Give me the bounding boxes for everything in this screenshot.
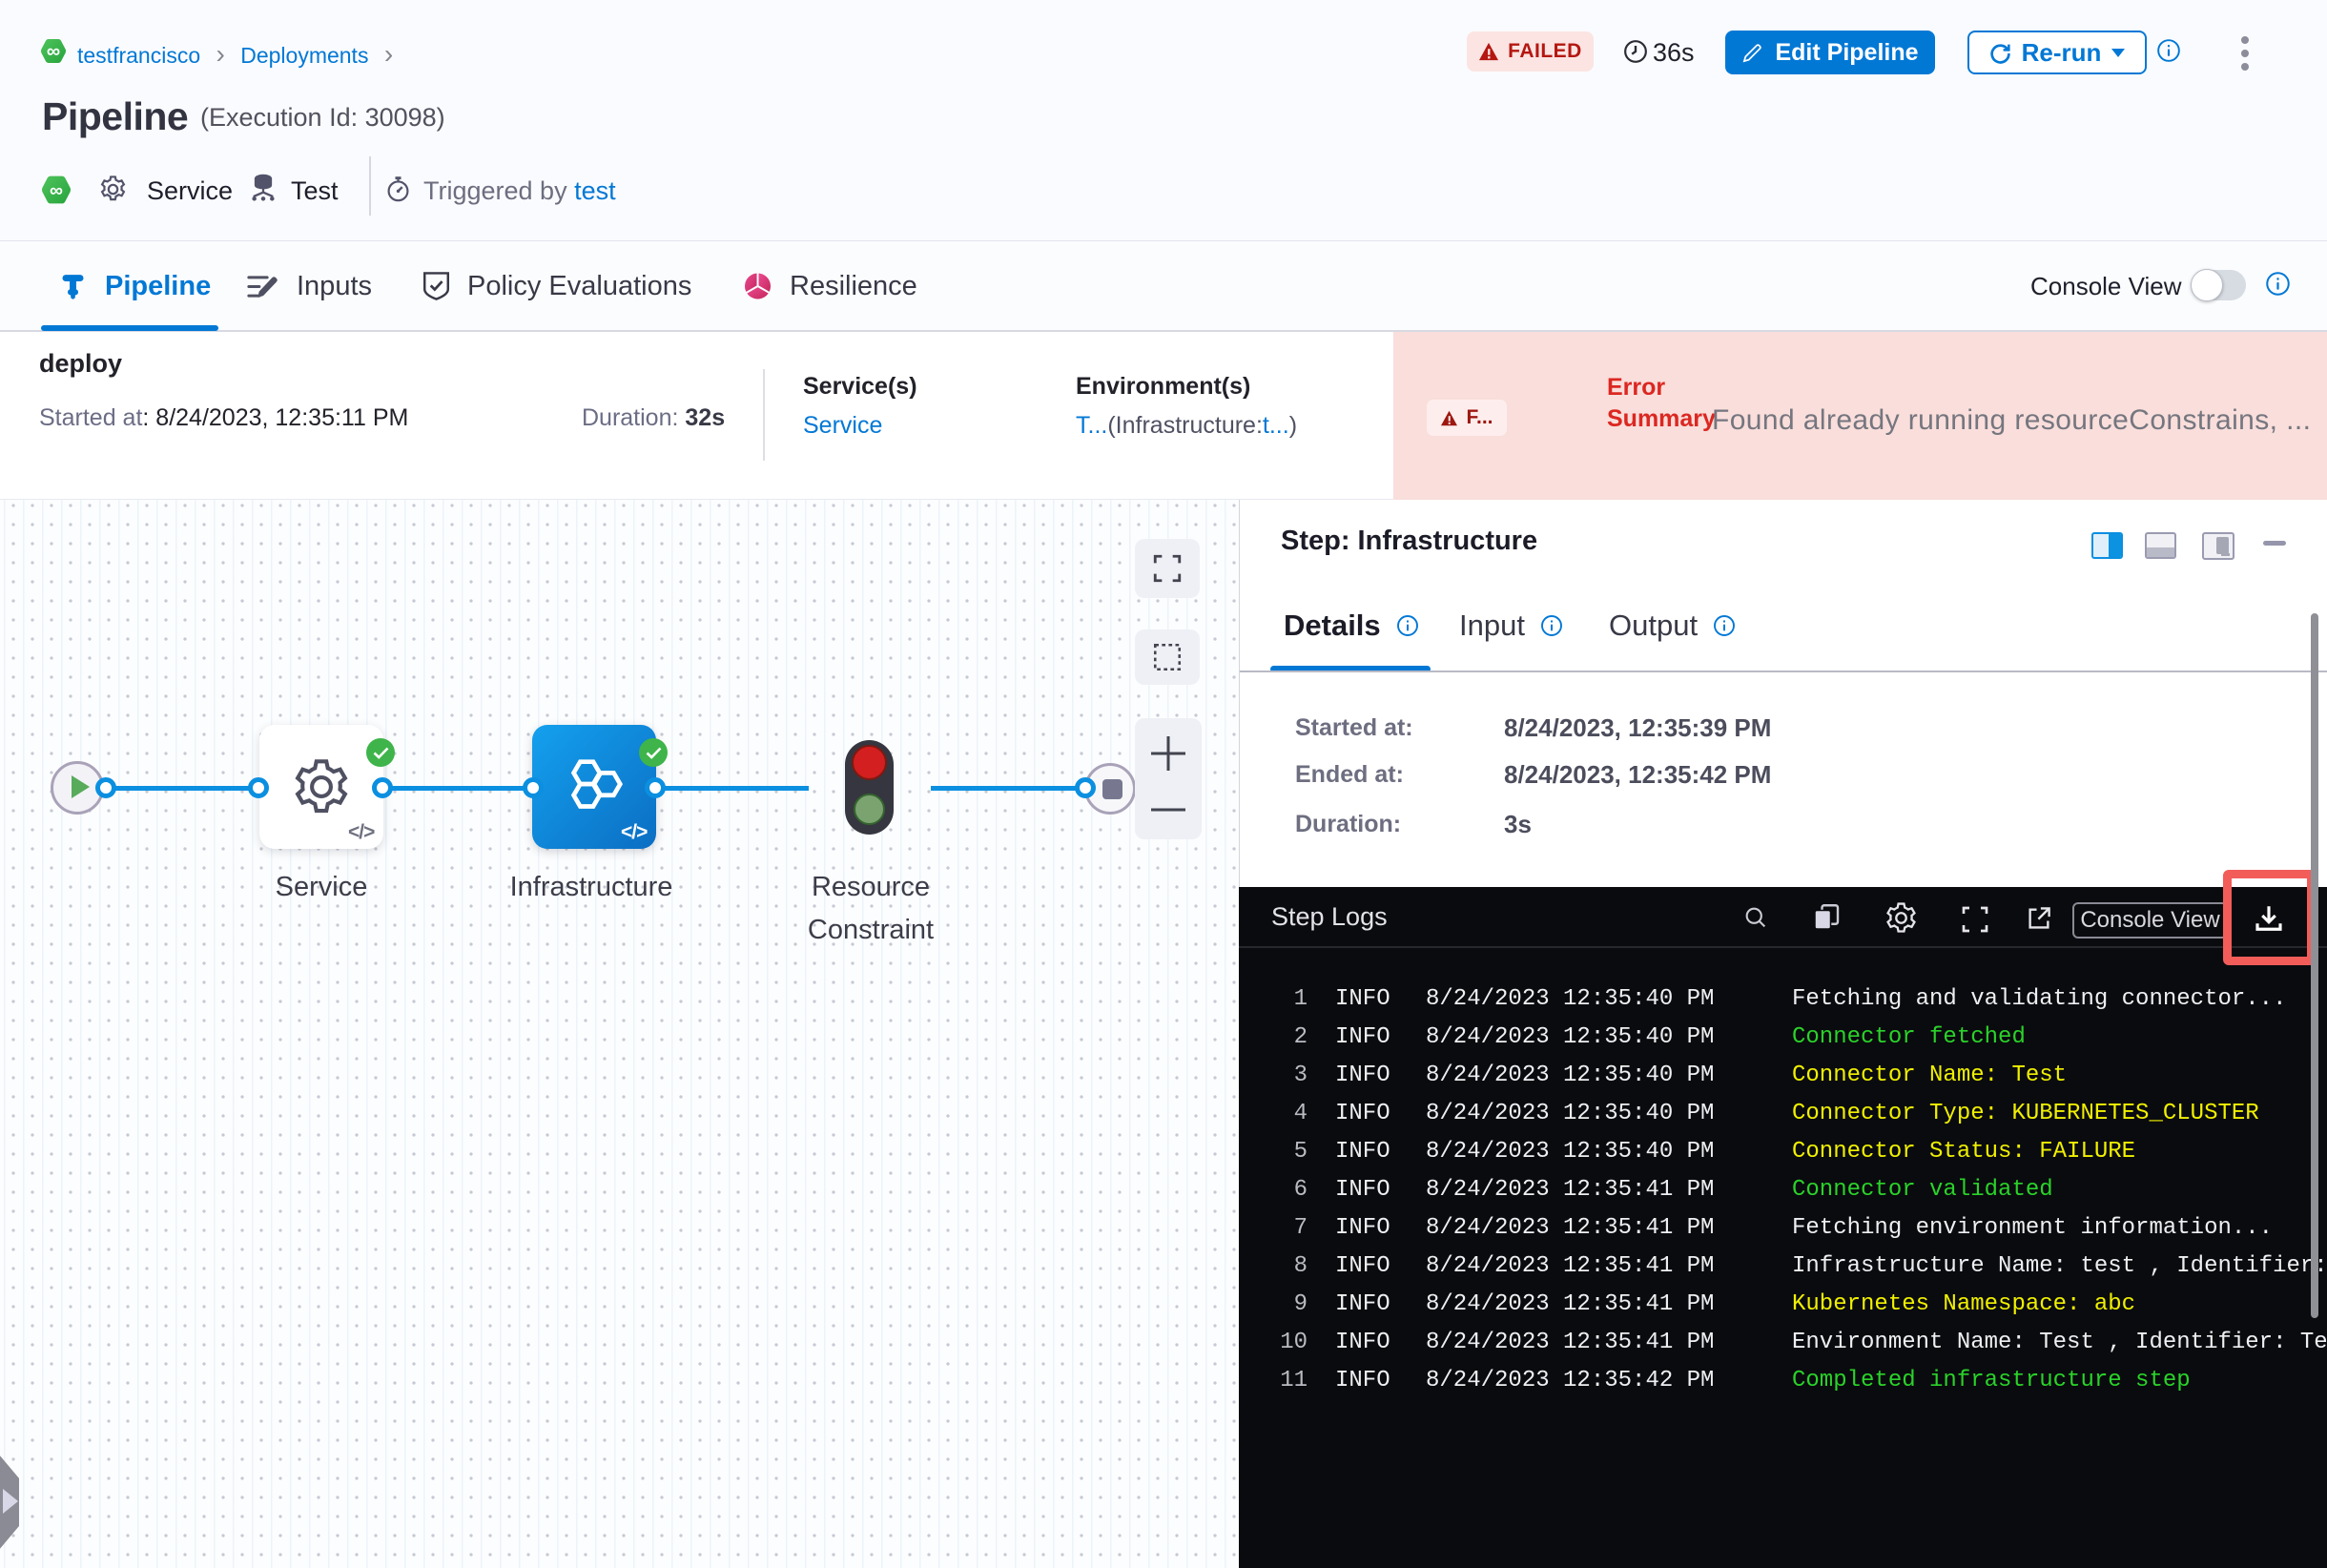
svg-text:∞: ∞: [50, 180, 63, 201]
svg-text:∞: ∞: [47, 41, 60, 62]
